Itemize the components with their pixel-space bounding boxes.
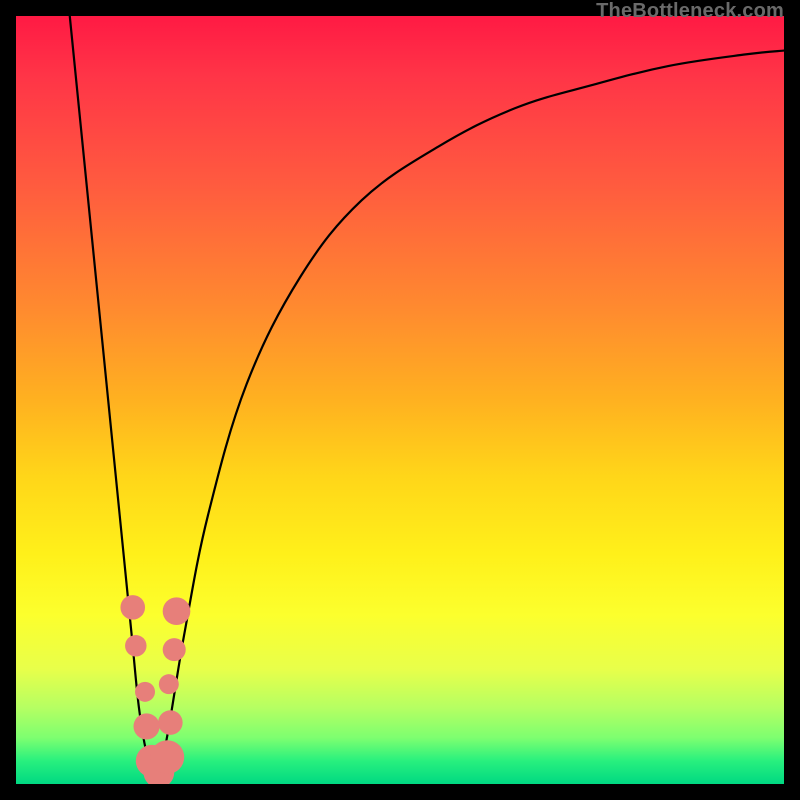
data-point-marker (135, 682, 155, 702)
data-point-marker (158, 710, 183, 735)
data-point-marker (150, 740, 184, 774)
chart-frame: TheBottleneck.com (0, 0, 800, 800)
data-point-marker (120, 595, 145, 620)
data-point-marker (134, 713, 160, 739)
curve-layer (70, 16, 784, 776)
data-point-marker (163, 597, 191, 625)
curve-right-branch (154, 51, 784, 777)
watermark-text: TheBottleneck.com (596, 0, 784, 23)
curve-left-branch (70, 16, 154, 776)
chart-svg (16, 16, 784, 784)
data-point-marker (159, 674, 179, 694)
plot-area (16, 16, 784, 784)
data-point-marker (125, 635, 147, 657)
data-point-marker (163, 638, 186, 661)
